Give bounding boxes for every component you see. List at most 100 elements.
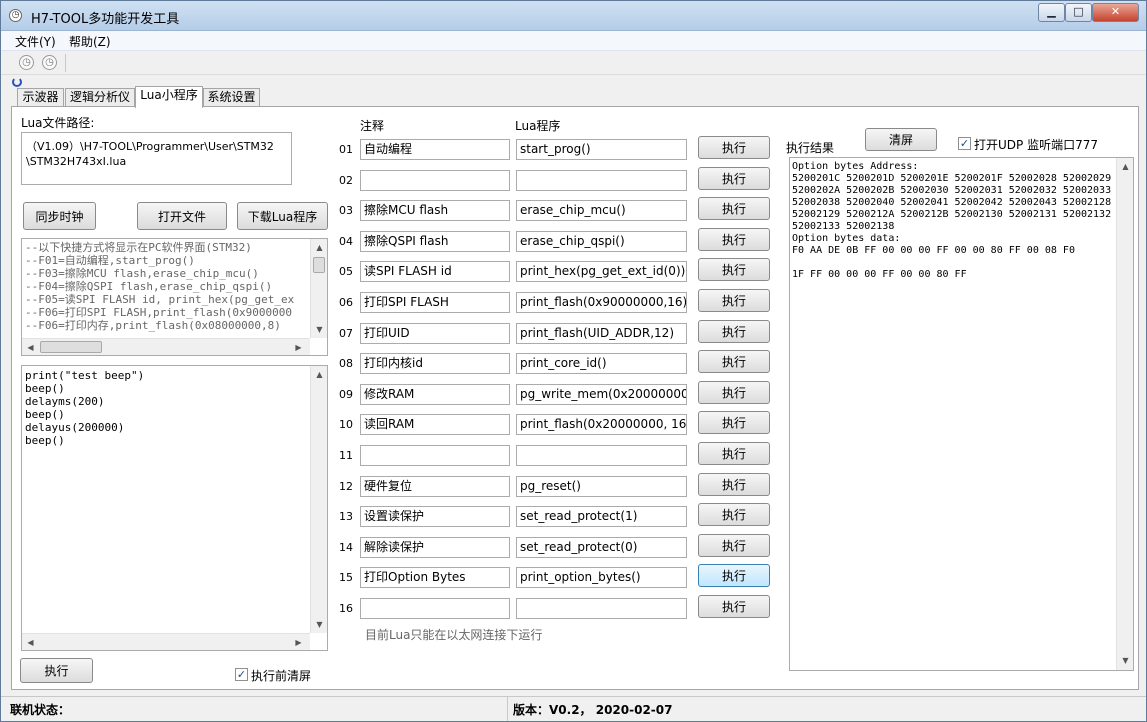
execute-button[interactable]: 执行	[698, 289, 770, 312]
run-script-button[interactable]: 执行	[20, 658, 93, 683]
execute-button[interactable]: 执行	[698, 472, 770, 496]
note-field[interactable]: 自动编程	[360, 139, 510, 160]
lua-command-field[interactable]	[516, 445, 687, 466]
execute-button[interactable]: 执行	[698, 595, 770, 618]
udp-listen-checkbox[interactable]: ✓	[958, 137, 971, 150]
scroll-up-icon[interactable]: ▲	[311, 366, 327, 383]
comment-line: --F03=擦除MCU flash,erase_chip_mcu()	[25, 267, 259, 280]
tab-settings[interactable]: 系统设置	[203, 88, 260, 107]
menu-file[interactable]: 文件(Y)	[15, 33, 56, 50]
note-field[interactable]	[360, 445, 510, 466]
note-field[interactable]: 擦除QSPI flash	[360, 230, 510, 252]
note-field[interactable]: 打印SPI FLASH	[360, 292, 510, 313]
note-field[interactable]: 打印Option Bytes	[360, 567, 510, 589]
output-vscrollbar[interactable]: ▲ ▼	[1116, 158, 1133, 670]
execute-button[interactable]: 执行	[698, 319, 770, 343]
lua-command-field[interactable]: pg_write_mem(0x20000000, "123	[516, 383, 687, 405]
execute-button[interactable]: 执行	[698, 197, 770, 221]
lua-command-field[interactable]: print_core_id()	[516, 353, 687, 375]
lua-command-field[interactable]	[516, 169, 687, 191]
note-field[interactable]: 打印内核id	[360, 353, 510, 375]
lua-code-editor[interactable]: print("test beep") beep() delayms(200) b…	[21, 365, 328, 651]
clock-icon[interactable]: ◷	[19, 55, 34, 70]
note-field[interactable]: 打印UID	[360, 322, 510, 344]
scroll-down-icon[interactable]: ▼	[1117, 652, 1133, 669]
lua-path-line2: \STM32H743xI.lua	[26, 155, 127, 168]
sync-clock-button[interactable]: 同步时钟	[23, 202, 96, 230]
result-output[interactable]: Option bytes Address: 5200201C 5200201D …	[789, 157, 1134, 671]
scroll-thumb[interactable]	[313, 257, 325, 273]
note-field[interactable]: 修改RAM	[360, 383, 510, 405]
note-field[interactable]	[360, 169, 510, 191]
code-line: beep()	[25, 434, 65, 447]
busy-indicator-icon	[12, 77, 22, 87]
row-number: 01	[339, 143, 353, 156]
row-number: 09	[339, 387, 353, 401]
note-field[interactable]: 读SPI FLASH id	[360, 261, 510, 283]
code-hscrollbar[interactable]: ◀ ▶	[22, 633, 310, 650]
execute-button[interactable]: 执行	[698, 166, 770, 190]
lua-command-field[interactable]: pg_reset()	[516, 475, 687, 497]
download-lua-button[interactable]: 下载Lua程序	[237, 202, 328, 230]
clear-before-run-checkbox[interactable]: ✓	[235, 668, 248, 681]
note-field[interactable]: 读回RAM	[360, 414, 510, 436]
tab-oscilloscope[interactable]: 示波器	[17, 88, 64, 107]
title-bar: ◷ H7-TOOL多功能开发工具 ▁ □ ✕	[1, 1, 1146, 31]
lua-command-field[interactable]: print_flash(0x20000000, 16)	[516, 414, 687, 436]
connection-status: 联机状态：	[10, 703, 71, 717]
code-line: delayms(200)	[25, 395, 105, 408]
execute-button[interactable]: 执行	[698, 564, 770, 588]
lua-path-field[interactable]: （V1.09）\H7-TOOL\Programmer\User\STM32 \S…	[21, 132, 292, 185]
note-field[interactable]: 擦除MCU flash	[360, 200, 510, 222]
lua-command-field[interactable]: erase_chip_mcu()	[516, 200, 687, 222]
scroll-down-icon[interactable]: ▼	[311, 321, 327, 338]
execute-button[interactable]: 执行	[698, 503, 770, 527]
lua-command-field[interactable]: set_read_protect(1)	[516, 506, 687, 528]
scroll-down-icon[interactable]: ▼	[311, 616, 327, 633]
scroll-left-icon[interactable]: ◀	[22, 634, 39, 650]
scroll-up-icon[interactable]: ▲	[1117, 158, 1133, 175]
note-field[interactable]: 设置读保护	[360, 506, 510, 528]
comment-vscrollbar[interactable]: ▲ ▼	[310, 239, 327, 338]
execute-button[interactable]: 执行	[698, 227, 770, 251]
lua-command-field[interactable]: print_hex(pg_get_ext_id(0))	[516, 261, 687, 283]
scroll-up-icon[interactable]: ▲	[311, 239, 327, 256]
menu-help[interactable]: 帮助(Z)	[69, 33, 111, 50]
note-field[interactable]: 硬件复位	[360, 475, 510, 497]
main-window: ◷ H7-TOOL多功能开发工具 ▁ □ ✕ 文件(Y) 帮助(Z) ◷ ◷ 示…	[0, 0, 1147, 722]
execute-button[interactable]: 执行	[698, 350, 770, 374]
clear-screen-button[interactable]: 清屏	[865, 128, 937, 151]
scroll-thumb[interactable]	[40, 341, 102, 353]
lua-command-field[interactable]: print_flash(UID_ADDR,12)	[516, 322, 687, 344]
minimize-button[interactable]: ▁	[1038, 3, 1065, 22]
close-button[interactable]: ✕	[1092, 3, 1139, 22]
open-file-button[interactable]: 打开文件	[137, 202, 227, 230]
maximize-button[interactable]: □	[1065, 3, 1092, 22]
comment-line: --F06=打印内存,print_flash(0x08000000,8)	[25, 319, 281, 332]
execute-button[interactable]: 执行	[698, 442, 770, 465]
row-number: 02	[339, 173, 353, 187]
output-line: Option bytes Address:	[792, 161, 919, 172]
lua-command-field[interactable]: print_flash(0x90000000,16)	[516, 292, 687, 313]
lua-command-field[interactable]: print_option_bytes()	[516, 567, 687, 589]
note-field[interactable]: 解除读保护	[360, 536, 510, 558]
tab-lua[interactable]: Lua小程序	[135, 86, 203, 108]
clock-icon-2[interactable]: ◷	[42, 55, 57, 70]
note-field[interactable]	[360, 598, 510, 619]
shortcut-comment-box[interactable]: --以下快捷方式将显示在PC软件界面(STM32) --F01=自动编程,sta…	[21, 238, 328, 356]
execute-button[interactable]: 执行	[698, 411, 770, 435]
lua-command-field[interactable]: erase_chip_qspi()	[516, 230, 687, 252]
lua-command-field[interactable]: set_read_protect(0)	[516, 536, 687, 558]
execute-button[interactable]: 执行	[698, 136, 770, 159]
scroll-right-icon[interactable]: ▶	[290, 634, 307, 650]
execute-button[interactable]: 执行	[698, 380, 770, 404]
tab-logic-analyzer[interactable]: 逻辑分析仪	[65, 88, 135, 107]
scroll-left-icon[interactable]: ◀	[22, 339, 39, 355]
scroll-right-icon[interactable]: ▶	[290, 339, 307, 355]
execute-button[interactable]: 执行	[698, 533, 770, 557]
lua-command-field[interactable]: start_prog()	[516, 139, 687, 160]
code-vscrollbar[interactable]: ▲ ▼	[310, 366, 327, 633]
execute-button[interactable]: 执行	[698, 258, 770, 282]
lua-command-field[interactable]	[516, 598, 687, 619]
comment-hscrollbar[interactable]: ◀ ▶	[22, 338, 310, 355]
